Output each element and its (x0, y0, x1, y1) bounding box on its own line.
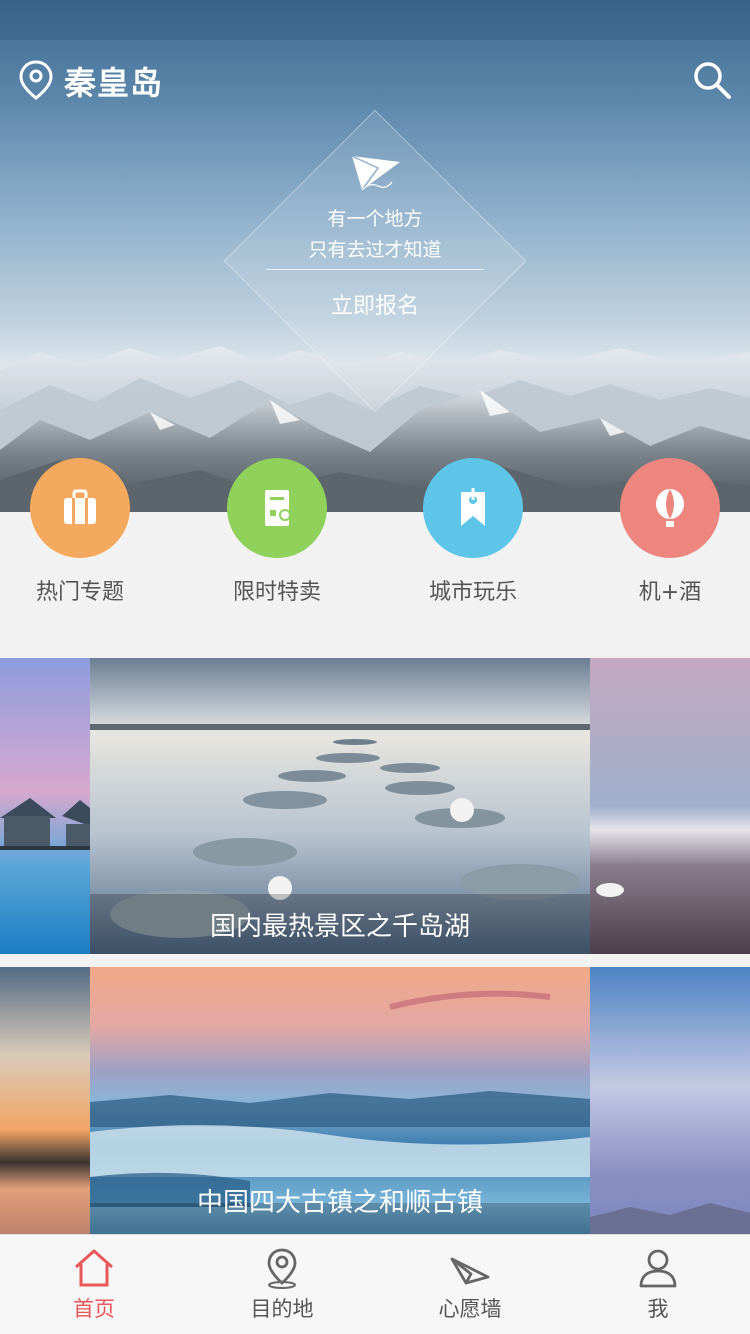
category-icon-circle (30, 458, 130, 558)
status-bar (0, 0, 750, 40)
banner-caption: 国内最热景区之千岛湖 (209, 912, 470, 942)
next-slide-preview[interactable] (590, 967, 750, 1263)
category-flight-hotel[interactable]: 机+酒 (585, 458, 750, 606)
hero-banner[interactable]: 秦皇岛 有一个地方 只有去过才知道 立即报名 (0, 0, 750, 512)
balloon-icon (656, 489, 684, 527)
suitcase-icon (64, 489, 96, 524)
category-label: 机+酒 (638, 580, 702, 605)
tab-label: 首页 (73, 1297, 115, 1321)
category-icon-circle (620, 458, 720, 558)
category-icon-circle (423, 458, 523, 558)
tab-wishlist[interactable]: 心愿墙 (376, 1235, 564, 1334)
banner-carousel-2[interactable]: 中国四大古镇之和顺古镇 (0, 967, 750, 1263)
prev-slide-preview[interactable] (0, 658, 90, 954)
category-icon-circle (227, 458, 327, 558)
category-label: 城市玩乐 (428, 580, 517, 605)
tab-label: 心愿墙 (438, 1297, 502, 1321)
paper-plane-icon (450, 1257, 490, 1285)
category-hot-topics[interactable]: 热门专题 (0, 458, 165, 606)
banner-caption: 中国四大古镇之和顺古镇 (196, 1188, 483, 1218)
search-icon[interactable] (692, 60, 732, 100)
tab-destinations[interactable]: 目的地 (188, 1235, 376, 1334)
category-flash-sale[interactable]: 限时特卖 (192, 458, 362, 606)
hero-tagline-1: 有一个地方 (327, 208, 423, 230)
user-icon (639, 1249, 677, 1288)
hero-divider (266, 269, 484, 270)
banner-carousel-1[interactable]: 国内最热景区之千岛湖 (0, 658, 750, 954)
tab-home[interactable]: 首页 (0, 1235, 188, 1334)
location-pin-icon[interactable] (18, 60, 54, 100)
home-icon (75, 1249, 113, 1287)
tab-label: 我 (647, 1297, 669, 1321)
signup-button[interactable]: 立即报名 (0, 288, 750, 320)
tab-me[interactable]: 我 (564, 1235, 750, 1334)
next-slide-preview[interactable] (590, 658, 750, 954)
tab-label: 目的地 (250, 1297, 314, 1321)
kite-icon (351, 155, 400, 191)
category-label: 热门专题 (35, 580, 124, 605)
banner-slide-heshun-town[interactable]: 中国四大古镇之和顺古镇 (90, 967, 590, 1263)
hero-tagline-2: 只有去过才知道 (308, 239, 442, 261)
ticket-icon (265, 490, 291, 526)
banner-slide-qiandao-lake[interactable]: 国内最热景区之千岛湖 (90, 658, 590, 954)
city-selector[interactable]: 秦皇岛 (64, 58, 163, 104)
category-city-fun[interactable]: 城市玩乐 (388, 458, 558, 606)
bookmark-icon (461, 488, 485, 526)
bottom-tab-bar: 首页 目的地 心愿墙 我 (0, 1234, 750, 1334)
category-label: 限时特卖 (232, 580, 321, 605)
map-pin-icon (267, 1248, 297, 1289)
category-grid: 热门专题 限时特卖 城市玩乐 机+酒 (0, 458, 750, 618)
prev-slide-preview[interactable] (0, 967, 90, 1263)
